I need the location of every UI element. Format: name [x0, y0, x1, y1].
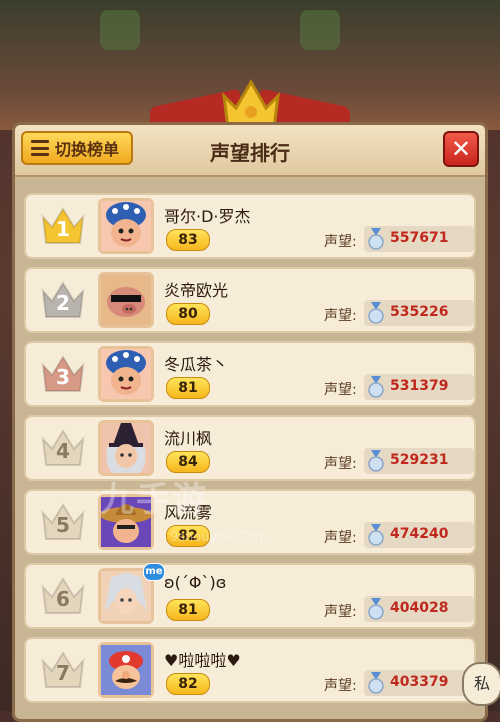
reputation-value: 474240 [390, 526, 449, 542]
rank-number: 5 [56, 513, 70, 537]
reputation-label: 声望: [324, 678, 357, 694]
watermark-url: 9shouyou.Com [170, 530, 268, 545]
rank-number: 3 [56, 365, 70, 389]
ranking-row[interactable]: 1 哥尔·D·罗杰 83 声望: 557671 [24, 193, 476, 259]
player-name: 炎帝欧光 [164, 281, 229, 300]
player-name: 哥尔·D·罗杰 [164, 207, 251, 226]
player-name: ♥啦啦啦♥ [164, 651, 241, 670]
page-title: 声望排行 [210, 141, 290, 165]
ranking-list: 1 哥尔·D·罗杰 83 声望: 557671 2 炎帝欧光 80 声望: 535226 3 冬瓜茶丶… [24, 193, 476, 711]
ranking-row[interactable]: 3 冬瓜茶丶 81 声望: 531379 [24, 341, 476, 407]
medal-icon [368, 524, 384, 546]
reputation-value: 403379 [390, 674, 449, 690]
ranking-row[interactable]: 7 ♥啦啦啦♥ 82 声望: 403379 [24, 637, 476, 703]
level-badge: 84 [166, 451, 210, 473]
ranking-panel: 切换榜单 声望排行 ✕ 1 哥尔·D·罗杰 83 声望: 557671 2 炎帝欧光 80 声望… [12, 122, 488, 722]
reputation-label: 声望: [324, 604, 357, 620]
avatar[interactable] [98, 272, 154, 328]
rank-crown-icon: 2 [40, 279, 86, 321]
reputation-box: 474240 [364, 522, 474, 548]
reputation-value: 535226 [390, 304, 449, 320]
level-badge: 83 [166, 229, 210, 251]
rank-number: 7 [56, 661, 70, 685]
medal-icon [368, 672, 384, 694]
rank-crown-icon: 7 [40, 649, 86, 691]
rank-crown-icon: 4 [40, 427, 86, 469]
ranking-row[interactable]: 6 me ʚ(´Φ`)ɞ 81 声望: 404028 [24, 563, 476, 629]
rank-crown-icon: 1 [40, 205, 86, 247]
reputation-box: 535226 [364, 300, 474, 326]
reputation-value: 531379 [390, 378, 449, 394]
ranking-row[interactable]: 5 风流雾 82 声望: 474240 [24, 489, 476, 555]
reputation-label: 声望: [324, 382, 357, 398]
avatar[interactable]: me [98, 563, 165, 624]
level-badge: 81 [166, 377, 210, 399]
private-chat-button[interactable]: 私 [462, 662, 500, 706]
rank-crown-icon: 6 [40, 575, 86, 617]
close-icon: ✕ [450, 135, 472, 163]
avatar[interactable] [98, 420, 154, 476]
reputation-box: 403379 [364, 670, 474, 696]
rank-crown-icon: 3 [40, 353, 86, 395]
close-button[interactable]: ✕ [443, 131, 479, 167]
reputation-box: 531379 [364, 374, 474, 400]
rank-crown-icon: 5 [40, 501, 86, 543]
watermark-text: 九手游 [100, 480, 208, 520]
player-name: 冬瓜茶丶 [164, 355, 229, 374]
ranking-row[interactable]: 4 流川枫 84 声望: 529231 [24, 415, 476, 481]
medal-icon [368, 302, 384, 324]
avatar[interactable] [98, 642, 154, 698]
me-badge: me [143, 563, 165, 581]
reputation-box: 529231 [364, 448, 474, 474]
reputation-value: 529231 [390, 452, 449, 468]
reputation-label: 声望: [324, 308, 357, 324]
avatar[interactable] [98, 198, 154, 254]
medal-icon [368, 598, 384, 620]
level-badge: 82 [166, 673, 210, 695]
rank-number: 6 [56, 587, 70, 611]
medal-icon [368, 376, 384, 398]
reputation-box: 557671 [364, 226, 474, 252]
reputation-label: 声望: [324, 530, 357, 546]
rank-number: 4 [56, 439, 70, 463]
player-name: ʚ(´Φ`)ɞ [164, 573, 227, 592]
reputation-value: 404028 [390, 600, 449, 616]
rank-number: 1 [56, 217, 70, 241]
panel-header: 切换榜单 声望排行 ✕ [15, 125, 485, 177]
medal-icon [368, 450, 384, 472]
reputation-value: 557671 [390, 230, 449, 246]
avatar[interactable] [98, 346, 154, 402]
rank-number: 2 [56, 291, 70, 315]
reputation-box: 404028 [364, 596, 474, 622]
medal-icon [368, 228, 384, 250]
ranking-row[interactable]: 2 炎帝欧光 80 声望: 535226 [24, 267, 476, 333]
reputation-label: 声望: [324, 234, 357, 250]
level-badge: 81 [166, 599, 210, 621]
player-name: 流川枫 [164, 429, 213, 448]
reputation-label: 声望: [324, 456, 357, 472]
level-badge: 80 [166, 303, 210, 325]
